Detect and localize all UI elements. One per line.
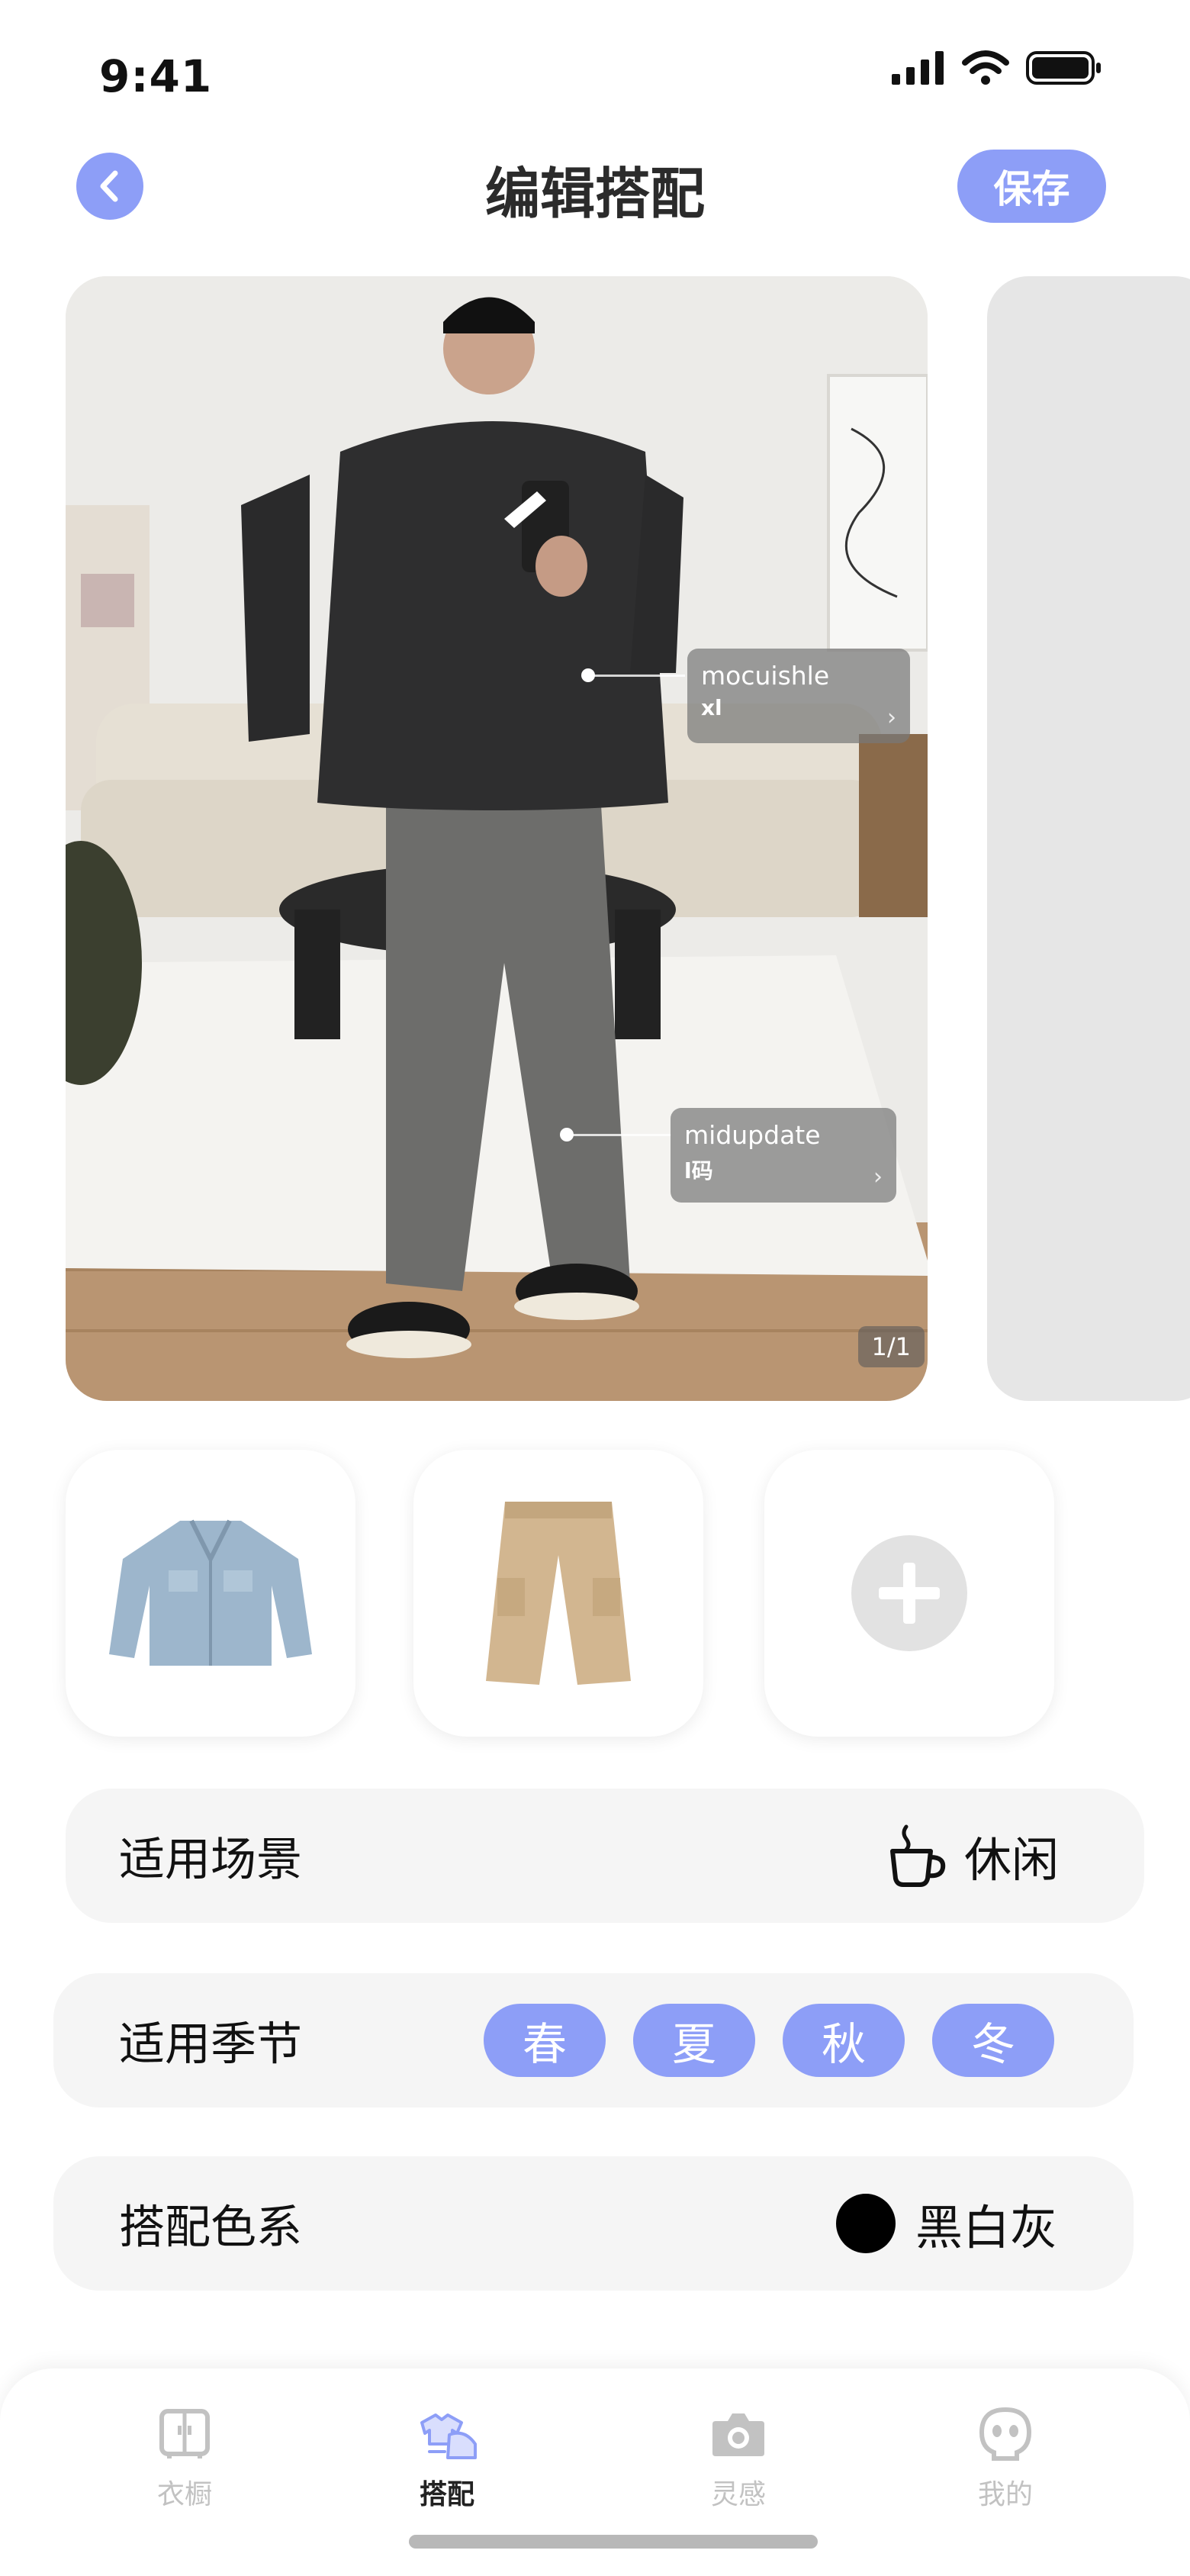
- outfit-photo[interactable]: mocuishle xl › midupdate l码 › 1/1: [66, 276, 928, 1401]
- tab-label: 灵感: [710, 2479, 766, 2510]
- save-button[interactable]: 保存: [957, 150, 1106, 223]
- wardrobe-icon: [159, 2409, 210, 2458]
- tab-profile[interactable]: 我的: [929, 2404, 1082, 2512]
- scene-label: 适用场景: [119, 1833, 302, 1887]
- tab-outfit[interactable]: 搭配: [371, 2404, 523, 2512]
- tab-label: 衣橱: [156, 2479, 212, 2510]
- tag-brand: midupdate: [684, 1120, 821, 1150]
- clothing-tag[interactable]: mocuishle xl ›: [687, 649, 910, 743]
- tab-label: 搭配: [419, 2479, 474, 2510]
- tag-connector: [572, 1134, 671, 1136]
- tag-connector: [593, 675, 685, 677]
- next-photo-card[interactable]: [987, 276, 1190, 1401]
- color-row[interactable]: 搭配色系 黑白灰: [53, 2156, 1134, 2291]
- wifi-icon: [962, 50, 1009, 85]
- season-row: 适用季节 春 夏 秋 冬: [53, 1973, 1134, 2107]
- plus-circle-icon: [851, 1535, 967, 1651]
- tab-wardrobe[interactable]: 衣橱: [108, 2404, 261, 2512]
- color-value-group: 黑白灰: [835, 2189, 1057, 2258]
- season-label: 适用季节: [119, 2017, 302, 2072]
- tag-brand: mocuishle: [701, 661, 830, 691]
- add-item-button[interactable]: [764, 1450, 1054, 1737]
- season-chip-winter[interactable]: 冬: [932, 2004, 1054, 2077]
- season-chip-spring[interactable]: 春: [484, 2004, 606, 2077]
- season-chip-summer[interactable]: 夏: [633, 2004, 755, 2077]
- item-thumbnail-jacket[interactable]: [66, 1450, 355, 1737]
- status-time: 9:41: [99, 50, 213, 102]
- scene-row[interactable]: 适用场景 休闲: [66, 1789, 1144, 1923]
- color-swatch: [835, 2194, 896, 2253]
- battery-icon: [1026, 51, 1101, 85]
- tag-size: l码: [684, 1158, 713, 1183]
- edit-outfit-screen: 9:41 编辑搭配 保存 mocuishle xl › midupdate l码…: [0, 0, 1190, 2576]
- color-label: 搭配色系: [119, 2201, 302, 2255]
- status-icons: [892, 50, 1102, 85]
- scene-value: 休闲: [963, 1832, 1059, 1888]
- chevron-right-icon: ›: [887, 704, 896, 731]
- outfit-photo-image: [66, 276, 928, 1401]
- chevron-right-icon: ›: [873, 1164, 883, 1190]
- tab-label: 我的: [977, 2479, 1033, 2510]
- khaki-pants-image: [486, 1502, 631, 1685]
- tab-inspiration[interactable]: 灵感: [662, 2404, 815, 2512]
- season-chip-autumn[interactable]: 秋: [783, 2004, 905, 2077]
- profile-icon: [979, 2407, 1032, 2461]
- signal-icon: [892, 51, 944, 85]
- color-value: 黑白灰: [915, 2200, 1057, 2256]
- scene-value-group: 休闲: [886, 1821, 1059, 1890]
- camera-icon: [712, 2413, 764, 2456]
- clothing-tag[interactable]: midupdate l码 ›: [671, 1108, 896, 1203]
- home-indicator: [409, 2535, 818, 2549]
- denim-jacket-image: [109, 1519, 312, 1666]
- tag-size: xl: [701, 695, 722, 720]
- coffee-cup-icon: [889, 1824, 946, 1887]
- outfit-icon: [420, 2413, 477, 2459]
- photo-page-indicator: 1/1: [857, 1326, 925, 1367]
- item-thumbnail-pants[interactable]: [413, 1450, 703, 1737]
